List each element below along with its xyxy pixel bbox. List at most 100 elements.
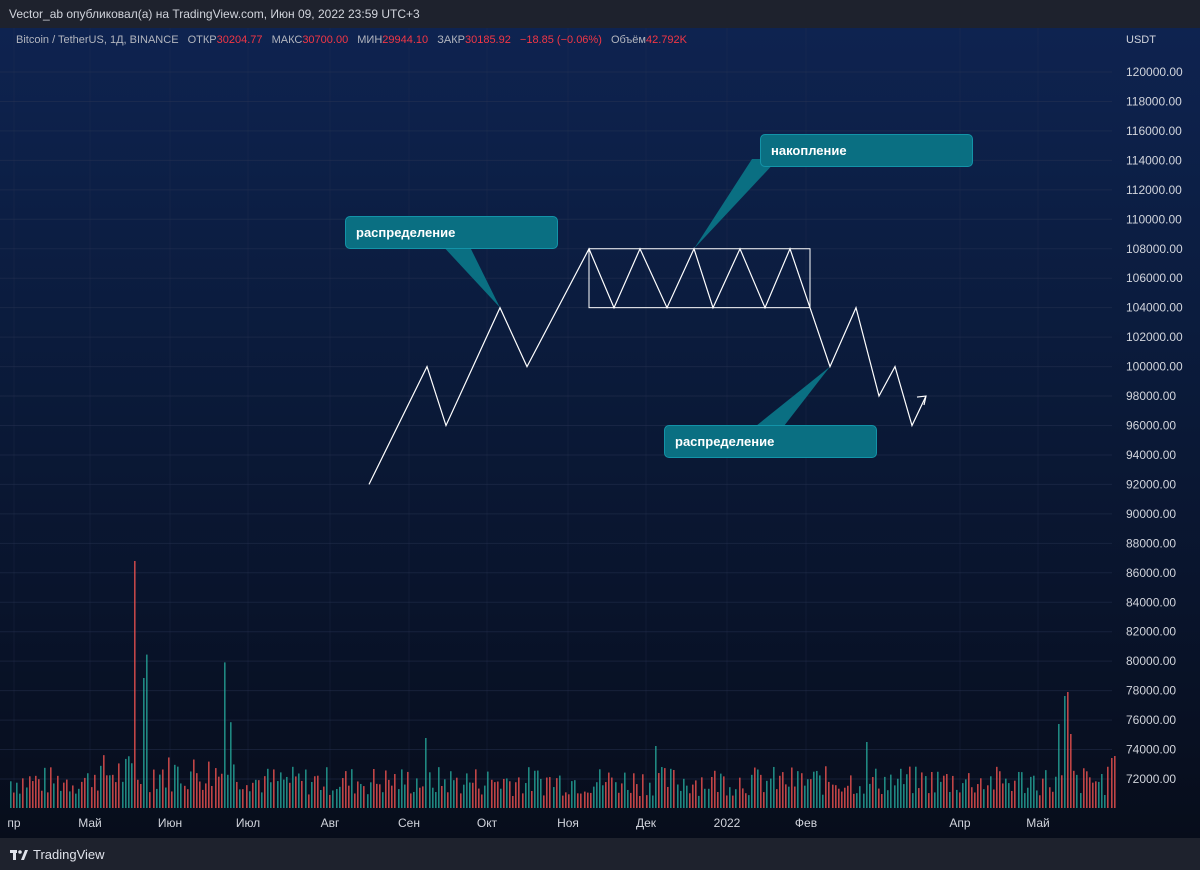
volume-bar <box>649 782 651 808</box>
volume-bar <box>230 722 232 808</box>
callout-left[interactable]: распределение <box>345 216 558 249</box>
volume-bar <box>546 777 548 808</box>
volume-bar <box>286 776 288 808</box>
volume-bar <box>432 787 434 808</box>
volume-bar <box>311 781 313 808</box>
volume-bar <box>87 773 89 808</box>
volume-bar <box>869 783 871 808</box>
volume-bar <box>596 782 598 808</box>
volume-bar <box>242 789 244 808</box>
volume-bar <box>149 792 151 808</box>
volume-bar <box>463 784 465 808</box>
volume-bar <box>810 779 812 808</box>
volume-bar <box>190 771 192 808</box>
volume-bar <box>236 781 238 808</box>
volume-bar <box>78 788 80 808</box>
volume-bar <box>329 794 331 808</box>
volume-bar <box>32 781 34 808</box>
tradingview-logo[interactable]: TradingView <box>10 847 105 862</box>
volume-bar <box>239 789 241 808</box>
volume-bar <box>968 773 970 808</box>
volume-bar <box>1098 781 1100 808</box>
volume-bar <box>807 779 809 808</box>
volume-bar <box>965 779 967 808</box>
volume-bar <box>50 767 52 808</box>
y-tick-label: 78000.00 <box>1126 684 1176 698</box>
volume-bar <box>162 769 164 808</box>
volume-bar <box>912 793 914 808</box>
volume-bar <box>937 771 939 808</box>
volume-bar <box>726 795 728 808</box>
volume-bar <box>627 789 629 808</box>
volume-bar <box>1107 766 1109 808</box>
volume-bar <box>695 780 697 808</box>
volume-bar <box>292 766 294 808</box>
volume-bar <box>221 773 223 808</box>
ohlc-legend: Bitcoin / TetherUS, 1Д, BINANCE ОТКР3020… <box>16 34 687 46</box>
volume-bar <box>305 769 307 808</box>
volume-bar <box>298 773 300 808</box>
callout-top[interactable]: накопление <box>760 134 973 167</box>
change-value: −18.85 (−0.06%) <box>519 34 602 46</box>
high-label: МАКС <box>271 34 303 46</box>
volume-bar <box>475 769 477 808</box>
x-tick-label: Апр <box>949 816 971 830</box>
volume-bar <box>897 778 899 808</box>
volume-bar <box>751 774 753 808</box>
volume-bar <box>841 791 843 808</box>
volume-bar <box>956 789 958 808</box>
volume-bar <box>258 780 260 808</box>
volume-bar <box>624 772 626 808</box>
volume-bar <box>723 776 725 808</box>
volume-bar <box>264 776 266 808</box>
volume-bar <box>404 784 406 808</box>
volume-bar <box>354 793 356 808</box>
volume-bar <box>642 774 644 808</box>
volume-bar <box>832 784 834 808</box>
volume-bar <box>385 770 387 808</box>
volume-bar <box>794 786 796 808</box>
y-tick-label: 112000.00 <box>1126 183 1182 197</box>
volume-bar <box>934 792 936 808</box>
y-tick-label: 106000.00 <box>1126 271 1183 285</box>
volume-bar <box>72 785 74 808</box>
x-tick-label: Июл <box>236 816 260 830</box>
volume-bar <box>946 774 948 808</box>
volume-bar <box>987 785 989 808</box>
volume-bar <box>41 790 43 808</box>
volume-bar <box>174 764 176 808</box>
volume-bar <box>388 779 390 808</box>
volume-bar <box>224 662 226 808</box>
volume-bar <box>692 784 694 808</box>
volume-bar <box>534 770 536 808</box>
volume-bar <box>373 768 375 808</box>
volume-bar <box>429 772 431 808</box>
volume-bar <box>708 788 710 808</box>
volume-bar <box>959 792 961 808</box>
volume-bar <box>416 778 418 808</box>
volume-bar <box>422 786 424 808</box>
chart-area[interactable]: Bitcoin / TetherUS, 1Д, BINANCE ОТКР3020… <box>0 28 1200 838</box>
volume-bar <box>1045 770 1047 808</box>
symbol-label[interactable]: Bitcoin / TetherUS, 1Д, BINANCE <box>16 34 179 46</box>
price-chart-svg[interactable]: 120000.00 118000.00 116000.00 114000.00 1120… <box>0 28 1200 838</box>
volume-bar <box>277 781 279 808</box>
volume-bar <box>850 775 852 808</box>
y-tick-label: 90000.00 <box>1126 507 1176 521</box>
y-tick-label: 82000.00 <box>1126 625 1176 639</box>
brand-name: TradingView <box>33 847 105 862</box>
volume-bar <box>146 654 148 808</box>
volume-bar <box>599 769 601 808</box>
volume-bar <box>528 767 530 808</box>
volume-bar <box>1067 692 1069 808</box>
volume-bar <box>872 777 874 808</box>
volume-bar <box>270 782 272 808</box>
volume-bar <box>602 785 604 808</box>
volume-bar <box>742 788 744 808</box>
volume-bar <box>903 784 905 808</box>
volume-bar <box>370 782 372 808</box>
volume-bar <box>215 768 217 808</box>
volume-bar <box>686 785 688 808</box>
callout-bottom[interactable]: распределение <box>664 425 877 458</box>
volume-bar <box>1042 778 1044 808</box>
